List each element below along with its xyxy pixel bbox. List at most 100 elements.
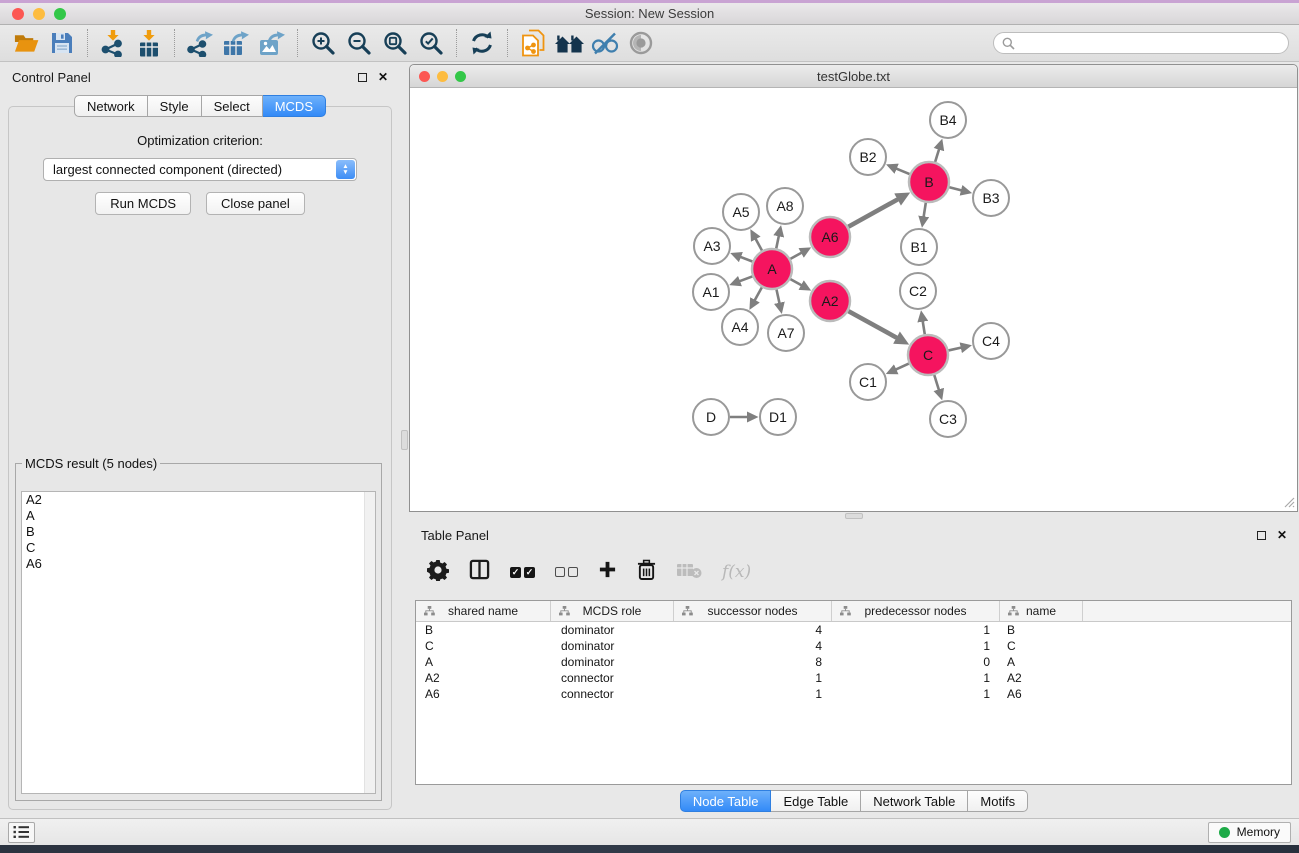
hide-selected-button[interactable]	[587, 27, 623, 59]
network-window-titlebar[interactable]: testGlobe.txt	[410, 65, 1297, 88]
result-item[interactable]: A2	[22, 492, 375, 508]
edge-C-C2[interactable]	[923, 320, 925, 334]
tab-node-table[interactable]: Node Table	[680, 790, 772, 812]
mcds-tab-content: Optimization criterion: largest connecte…	[8, 106, 392, 810]
edge-B-B1[interactable]	[923, 203, 925, 218]
glasses-slash-icon	[590, 32, 620, 55]
table-row[interactable]: A6connector11A6	[416, 686, 1291, 702]
float-panel-icon[interactable]	[1257, 531, 1266, 540]
tab-motifs[interactable]: Motifs	[968, 790, 1028, 812]
edge-A-A1[interactable]	[739, 276, 753, 281]
table-row[interactable]: Cdominator41C	[416, 638, 1291, 654]
column-header-predecessor-nodes[interactable]: predecessor nodes	[832, 601, 1000, 621]
result-scrollbar[interactable]	[364, 492, 375, 793]
close-panel-button[interactable]: Close panel	[206, 192, 305, 215]
optimization-criterion-select[interactable]: largest connected component (directed) ▲…	[43, 158, 357, 181]
vertical-splitter[interactable]	[400, 62, 409, 818]
cell: A2	[416, 671, 551, 685]
column-header-successor-nodes[interactable]: successor nodes	[674, 601, 832, 621]
tab-select[interactable]: Select	[202, 95, 263, 117]
table-row[interactable]: Bdominator41B	[416, 622, 1291, 638]
search-input[interactable]	[1020, 36, 1280, 50]
deselect-all-columns-button[interactable]	[555, 567, 578, 577]
splitter-handle[interactable]	[845, 513, 863, 519]
create-column-button[interactable]	[598, 560, 617, 584]
minimize-window-button[interactable]	[33, 8, 45, 20]
tab-mcds[interactable]: MCDS	[263, 95, 326, 117]
first-neighbors-button[interactable]	[551, 27, 587, 59]
export-image-button[interactable]	[254, 27, 290, 59]
cell: dominator	[551, 623, 674, 637]
edge-A2-C[interactable]	[848, 311, 897, 338]
edge-B-B2[interactable]	[895, 168, 909, 174]
memory-button[interactable]: Memory	[1208, 822, 1291, 843]
open-folder-icon	[13, 31, 40, 55]
zoom-selected-button[interactable]	[413, 27, 449, 59]
tab-style[interactable]: Style	[148, 95, 202, 117]
export-network-button[interactable]	[182, 27, 218, 59]
close-panel-icon[interactable]: ✕	[1277, 530, 1287, 540]
import-network-button[interactable]	[95, 27, 131, 59]
edge-C-C4[interactable]	[948, 347, 962, 350]
tab-network-table[interactable]: Network Table	[861, 790, 968, 812]
desktop-strip	[0, 845, 1299, 853]
edge-A-A7[interactable]	[776, 290, 779, 305]
edge-A-A4[interactable]	[754, 287, 762, 301]
network-canvas[interactable]: AA1A2A3A4A5A6A7A8BB1B2B3B4CC1C2C3C4DD1	[410, 88, 1297, 510]
table-row[interactable]: Adominator80A	[416, 654, 1291, 670]
zoom-fit-button[interactable]	[377, 27, 413, 59]
tab-edge-table[interactable]: Edge Table	[771, 790, 861, 812]
close-panel-icon[interactable]: ✕	[378, 72, 388, 82]
zoom-in-button[interactable]	[305, 27, 341, 59]
mcds-result-list[interactable]: A2ABCA6	[21, 491, 376, 794]
edge-B-B3[interactable]	[949, 187, 962, 190]
tab-network[interactable]: Network	[74, 95, 148, 117]
result-item[interactable]: B	[22, 524, 375, 540]
edge-C-C1[interactable]	[895, 364, 909, 370]
open-session-button[interactable]	[8, 27, 44, 59]
run-mcds-button[interactable]: Run MCDS	[95, 192, 191, 215]
edge-A-A8[interactable]	[776, 235, 779, 249]
search-field[interactable]	[993, 32, 1289, 54]
new-network-from-selection-button[interactable]	[515, 27, 551, 59]
select-all-columns-button[interactable]: ✓ ✓	[510, 567, 535, 578]
column-header-name[interactable]: name	[1000, 601, 1083, 621]
edge-C-C3[interactable]	[934, 375, 939, 391]
task-history-button[interactable]	[8, 822, 35, 843]
splitter-handle[interactable]	[401, 430, 408, 450]
cell: A	[416, 655, 551, 669]
column-header-MCDS-role[interactable]: MCDS role	[551, 601, 674, 621]
node-label-A1: A1	[702, 284, 719, 300]
edge-A-A6[interactable]	[790, 252, 802, 259]
column-header-shared-name[interactable]: shared name	[416, 601, 551, 621]
trash-icon	[637, 559, 656, 580]
table-row[interactable]: A2connector11A2	[416, 670, 1291, 686]
edge-A-A5[interactable]	[755, 238, 762, 251]
refresh-layout-icon	[469, 31, 495, 55]
import-table-button[interactable]	[131, 27, 167, 59]
zoom-out-button[interactable]	[341, 27, 377, 59]
float-panel-icon[interactable]	[358, 73, 367, 82]
horizontal-splitter[interactable]	[409, 512, 1299, 520]
edge-A-A2[interactable]	[790, 279, 802, 286]
edge-B-B4[interactable]	[935, 148, 939, 162]
edge-A6-B[interactable]	[848, 199, 898, 227]
delete-column-button[interactable]	[637, 559, 656, 585]
resize-grip-icon[interactable]	[1282, 495, 1295, 508]
result-item[interactable]: A	[22, 508, 375, 524]
node-table[interactable]: shared nameMCDS rolesuccessor nodesprede…	[415, 600, 1292, 785]
show-columns-button[interactable]	[469, 559, 490, 585]
export-table-button[interactable]	[218, 27, 254, 59]
apply-layout-button[interactable]	[464, 27, 500, 59]
cell: dominator	[551, 639, 674, 653]
table-settings-button[interactable]	[427, 559, 449, 586]
zoom-window-button[interactable]	[54, 8, 66, 20]
save-session-button[interactable]	[44, 27, 80, 59]
close-window-button[interactable]	[12, 8, 24, 20]
show-all-button[interactable]	[623, 27, 659, 59]
result-item[interactable]: A6	[22, 556, 375, 572]
result-item[interactable]: C	[22, 540, 375, 556]
edge-A-A3[interactable]	[740, 257, 753, 262]
gear-icon	[427, 559, 449, 581]
node-label-B1: B1	[910, 239, 927, 255]
